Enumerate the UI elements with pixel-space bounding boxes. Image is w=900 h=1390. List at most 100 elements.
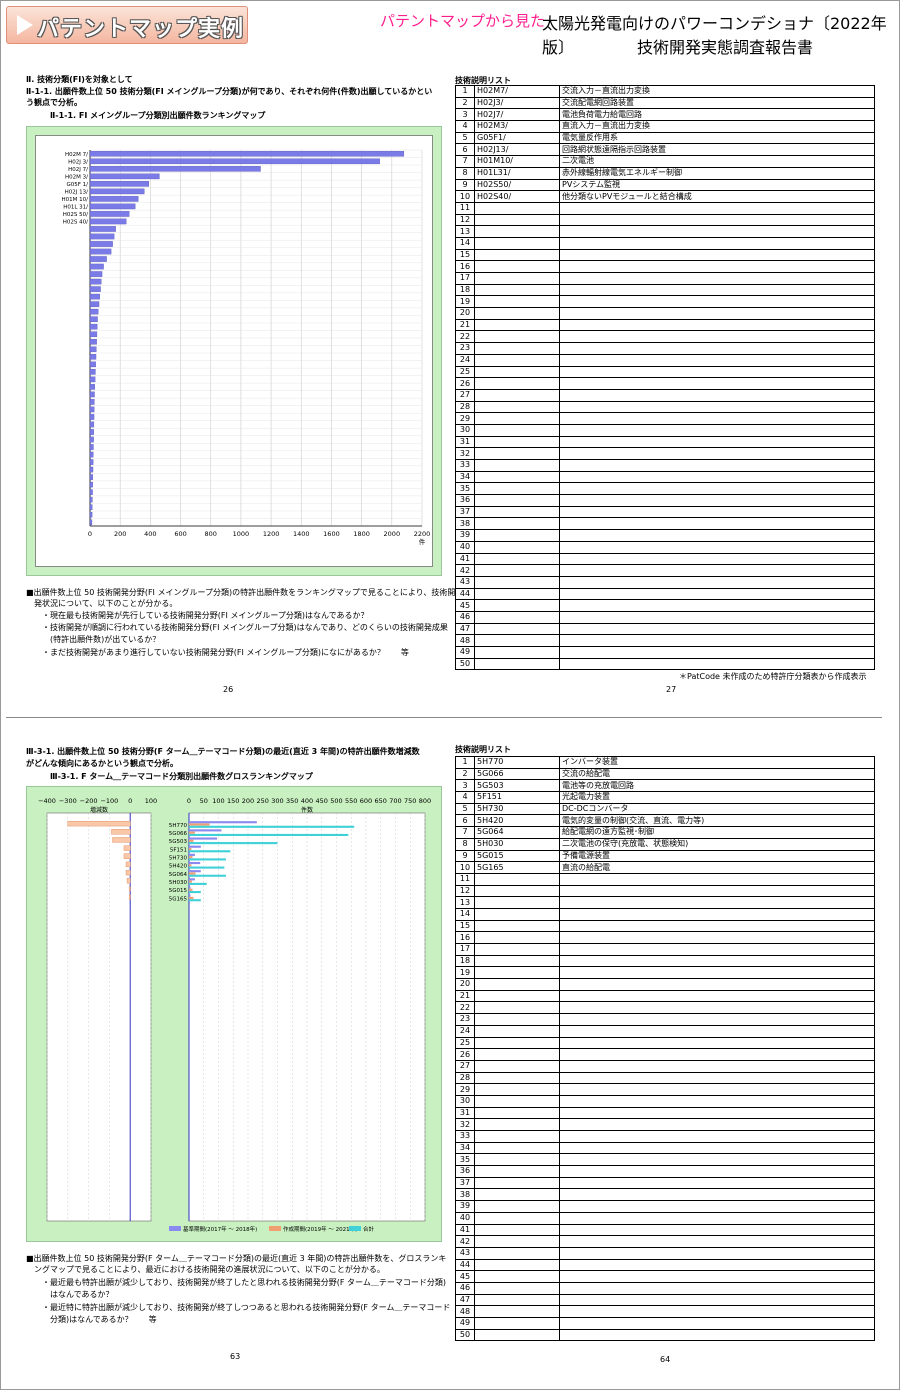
row-description <box>559 1270 875 1283</box>
row-code <box>474 494 560 507</box>
chart1-panel: 0 200 400 600 800 1000 1200 1400 1600 1800 2000 220… <box>35 135 433 567</box>
table-row: 6 H02J13/回路網状態遠隔指示回路装置 <box>455 143 875 157</box>
row-code <box>474 482 560 496</box>
chart2-diff-bar <box>128 894 131 900</box>
chart1-bar <box>89 338 97 345</box>
row-code <box>474 1153 560 1167</box>
row-number: 7 <box>455 155 475 168</box>
row-code: 5H770 <box>474 756 560 769</box>
row-number: 38 <box>455 517 475 531</box>
row-code <box>474 1036 560 1050</box>
header-subtitle-pink: パテントマップから見た <box>380 12 546 30</box>
row-description: 直流入力－直流出力変換 <box>559 120 875 133</box>
chart2-series-bar <box>189 899 201 902</box>
chart2-series-bar <box>189 842 278 845</box>
table-row: 28 <box>455 1071 875 1085</box>
table-row: 15 <box>455 248 875 262</box>
row-description <box>559 517 875 531</box>
row-description <box>559 954 875 968</box>
row-number: 12 <box>455 884 475 898</box>
row-description <box>559 610 875 624</box>
row-code <box>474 201 560 215</box>
row-number: 22 <box>455 330 475 344</box>
table-row: 1 H02M7/交流入力－直流出力変換 <box>455 85 875 98</box>
row-description <box>559 225 875 238</box>
table-row: 3 5G503 電池等の充放電回路 <box>455 779 875 793</box>
chart1-x-tick-label: 400 <box>144 530 156 538</box>
row-number: 46 <box>455 610 475 624</box>
row-number: 42 <box>455 564 475 577</box>
table-row: 45 <box>455 1270 875 1283</box>
row-number: 3 <box>455 108 475 122</box>
p26-para-line: ・技術開発が順調に行われている技術開発分野(FI メイングループ分類)はなんであ… <box>34 623 448 632</box>
row-number: 50 <box>455 1328 475 1342</box>
row-code <box>474 330 560 344</box>
chart1-bar <box>89 466 94 473</box>
chart2-frame: −400 −300 −200 −100 0 100 増減数 0 50 100 150 200 250 30… <box>26 786 442 1242</box>
chart1-bar <box>89 474 94 480</box>
table-row: 26 <box>455 1048 875 1061</box>
row-number: 23 <box>455 1013 475 1026</box>
chart1-bar <box>89 233 115 240</box>
chart2-series-bar <box>189 891 201 894</box>
table-row: 7 5G064 給配電網の遠方監視･制御 <box>455 826 875 839</box>
table-row: 36 <box>455 1165 875 1178</box>
row-code <box>474 1165 560 1178</box>
chart2-right-tick-label: 100 <box>212 797 224 805</box>
row-number: 39 <box>455 529 475 542</box>
header-report-subtitle: 技術開発実態調査報告書 <box>637 38 814 57</box>
table-row: 49 <box>455 1317 875 1330</box>
chart2-series-bar <box>189 847 192 851</box>
chart2-right-tick-label: 50 <box>200 797 208 805</box>
p64-list-title: 技術説明リスト <box>455 745 511 754</box>
chart1-bar <box>89 308 99 315</box>
chart1-bar <box>89 203 136 210</box>
chart2-series-bar <box>189 831 195 834</box>
chart2-series-bar <box>189 823 210 826</box>
chart1-x-tick-label: 800 <box>205 530 217 538</box>
chart1-bar <box>89 436 94 443</box>
table-row: 30 <box>455 1094 875 1108</box>
chart1-bar <box>89 406 95 413</box>
table-row: 28 <box>455 400 875 414</box>
row-number: 19 <box>455 966 475 980</box>
chart2-right-tick-label: 200 <box>242 797 254 805</box>
row-number: 16 <box>455 931 475 944</box>
row-code <box>474 1200 560 1213</box>
row-code <box>474 884 560 898</box>
row-code: H02J7/ <box>474 108 560 122</box>
row-number: 31 <box>455 435 475 449</box>
table-row: 18 <box>455 954 875 968</box>
p63-para-line: ・最近最も特許出願が減少しており、技術開発が終了したと思われる技術開発分野(F … <box>34 1278 446 1287</box>
row-description <box>559 236 875 250</box>
table-row: 48 <box>455 1305 875 1318</box>
p26-subheading-1: Ⅱ-1-1. 出願件数上位 50 技術分類(FI メイングループ分類)が何であり… <box>26 87 433 96</box>
row-code <box>474 400 560 414</box>
row-number: 45 <box>455 1270 475 1283</box>
p63-para-line: ・最近特に特許出願が減少しており、技術開発が終了しつつあると思われる技術開発分野… <box>34 1303 451 1312</box>
row-description <box>559 1059 875 1073</box>
row-code <box>474 1211 560 1225</box>
row-code: H02S40/ <box>474 190 560 203</box>
table-row: 23 <box>455 342 875 355</box>
row-code <box>474 1118 560 1131</box>
row-number: 40 <box>455 540 475 554</box>
row-number: 43 <box>455 575 475 589</box>
table-row: 29 <box>455 412 875 425</box>
row-code <box>474 931 560 944</box>
table-row: 46 <box>455 610 875 624</box>
row-code <box>474 1328 560 1342</box>
row-description <box>559 978 875 991</box>
chart2-right-tick-label: 250 <box>257 797 269 805</box>
row-description <box>559 907 875 921</box>
row-code <box>474 896 560 909</box>
table-row: 37 <box>455 1176 875 1190</box>
row-description <box>559 272 875 285</box>
chart1-bar <box>89 323 98 330</box>
row-number: 28 <box>455 1071 475 1085</box>
table-row: 22 <box>455 330 875 344</box>
row-code: H02J13/ <box>474 143 560 157</box>
header-title: パテントマップ実例 <box>37 17 245 42</box>
row-description <box>559 966 875 980</box>
row-code <box>474 272 560 285</box>
